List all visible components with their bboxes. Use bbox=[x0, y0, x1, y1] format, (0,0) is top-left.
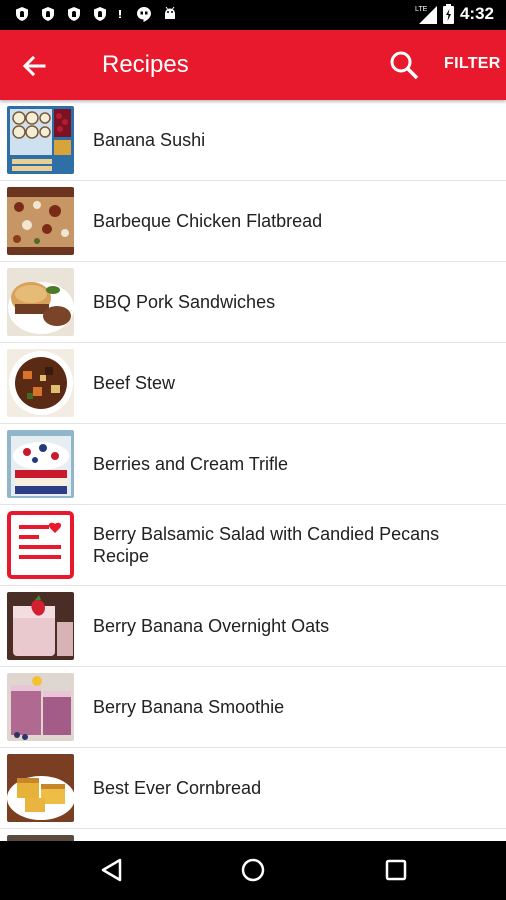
list-item-partial[interactable] bbox=[0, 829, 506, 841]
recipe-placeholder-icon bbox=[7, 511, 74, 579]
pork-sandwich-thumbnail bbox=[7, 268, 74, 336]
list-item[interactable]: Barbeque Chicken Flatbread bbox=[0, 181, 506, 262]
status-bar: LTE 4:32 bbox=[0, 0, 506, 30]
battery-icon bbox=[442, 4, 454, 24]
recipe-name: Berry Balsamic Salad with Candied Pecans… bbox=[93, 524, 440, 566]
smoothie-thumbnail bbox=[7, 673, 74, 741]
triangle-back-icon[interactable] bbox=[97, 855, 127, 885]
recipe-name: Berry Banana Overnight Oats bbox=[93, 616, 330, 636]
cornbread-thumbnail bbox=[7, 754, 74, 822]
list-item[interactable]: Berry Banana Smoothie bbox=[0, 667, 506, 748]
shield-icon bbox=[68, 7, 80, 21]
list-item[interactable]: Banana Sushi bbox=[0, 100, 506, 181]
list-item[interactable]: BBQ Pork Sandwiches bbox=[0, 262, 506, 343]
search-icon[interactable] bbox=[388, 49, 420, 81]
svg-text:LTE: LTE bbox=[415, 6, 428, 13]
recipe-name: Berries and Cream Trifle bbox=[93, 454, 289, 474]
list-item[interactable]: Berry Balsamic Salad with Candied Pecans… bbox=[0, 505, 506, 586]
overnight-oats-thumbnail bbox=[7, 592, 74, 660]
clock: 4:32 bbox=[459, 4, 494, 23]
square-recents-icon[interactable] bbox=[381, 855, 411, 885]
system-status: LTE 4:32 bbox=[415, 4, 494, 24]
list-item[interactable]: Berry Banana Overnight Oats bbox=[0, 586, 506, 667]
lte-signal-icon: LTE bbox=[415, 6, 437, 24]
alert-icon bbox=[119, 10, 121, 18]
notification-icons bbox=[14, 6, 178, 22]
shield-icon bbox=[16, 7, 28, 21]
list-item[interactable]: Berries and Cream Trifle bbox=[0, 424, 506, 505]
recipe-name: Berry Banana Smoothie bbox=[93, 697, 285, 717]
shield-icon bbox=[42, 7, 54, 21]
list-item[interactable]: Best Ever Cornbread bbox=[0, 748, 506, 829]
recipe-name: Banana Sushi bbox=[93, 130, 206, 150]
list-item[interactable]: Beef Stew bbox=[0, 343, 506, 424]
hangouts-icon bbox=[137, 7, 151, 22]
shield-icon bbox=[94, 7, 106, 21]
arrow-left-icon[interactable] bbox=[18, 50, 50, 82]
beef-stew-thumbnail bbox=[7, 349, 74, 417]
trifle-thumbnail bbox=[7, 430, 74, 498]
recipe-name: Beef Stew bbox=[93, 373, 176, 393]
app-bar: Recipes FILTER bbox=[0, 30, 506, 100]
recipe-list[interactable]: Banana Sushi Barbeque Chicken Flatbread … bbox=[0, 100, 506, 841]
recipe-name: Barbeque Chicken Flatbread bbox=[93, 211, 323, 231]
android-icon bbox=[165, 6, 175, 19]
page-title: Recipes bbox=[102, 51, 189, 78]
filter-button[interactable]: FILTER bbox=[444, 55, 501, 73]
system-nav-bar bbox=[0, 841, 506, 900]
flatbread-thumbnail bbox=[7, 187, 74, 255]
circle-home-icon[interactable] bbox=[238, 855, 268, 885]
recipe-name: Best Ever Cornbread bbox=[93, 778, 262, 798]
recipe-name: BBQ Pork Sandwiches bbox=[93, 292, 276, 312]
banana-sushi-thumbnail bbox=[7, 106, 74, 174]
